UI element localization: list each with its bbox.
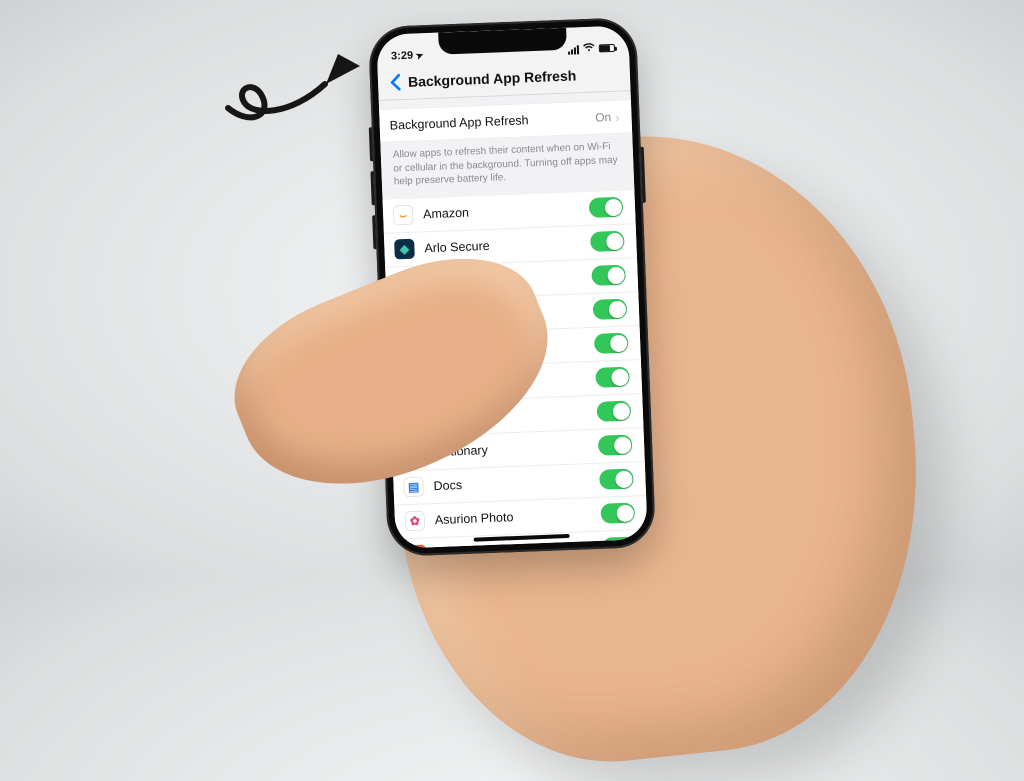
app-toggle[interactable] [591,265,626,286]
master-toggle-label: Background App Refresh [389,111,595,133]
chevron-right-icon: › [615,109,620,124]
app-toggle[interactable] [594,333,629,354]
app-icon: ◆ [394,239,415,260]
app-toggle[interactable] [596,401,631,422]
app-label: Arlo Secure [424,235,590,255]
wifi-icon [583,43,595,55]
master-toggle-value: On [595,110,612,125]
back-button[interactable] [384,70,407,93]
location-icon: ➤ [414,49,425,62]
page-title: Background App Refresh [408,67,577,89]
app-toggle[interactable] [589,197,624,218]
app-toggle[interactable] [598,435,633,456]
status-time: 3:29 [391,50,413,63]
app-label: Docs [433,473,599,493]
app-toggle[interactable] [595,367,630,388]
app-toggle[interactable] [599,468,634,489]
app-icon: ● [406,544,427,548]
app-label: Amazon [423,201,589,221]
app-icon: ▤ [403,477,424,498]
app-label: DuckDuckGo [436,541,602,549]
annotation-arrow [210,38,380,138]
app-label: Asurion Photo [435,507,601,527]
app-toggle[interactable] [600,502,635,523]
app-toggle[interactable] [590,231,625,252]
app-toggle[interactable] [593,299,628,320]
battery-icon [599,44,615,53]
app-icon: ⌣ [393,205,414,226]
cellular-signal-icon [568,45,579,54]
app-icon: ✿ [405,511,426,532]
section-footnote: Allow apps to refresh their content when… [380,133,634,199]
